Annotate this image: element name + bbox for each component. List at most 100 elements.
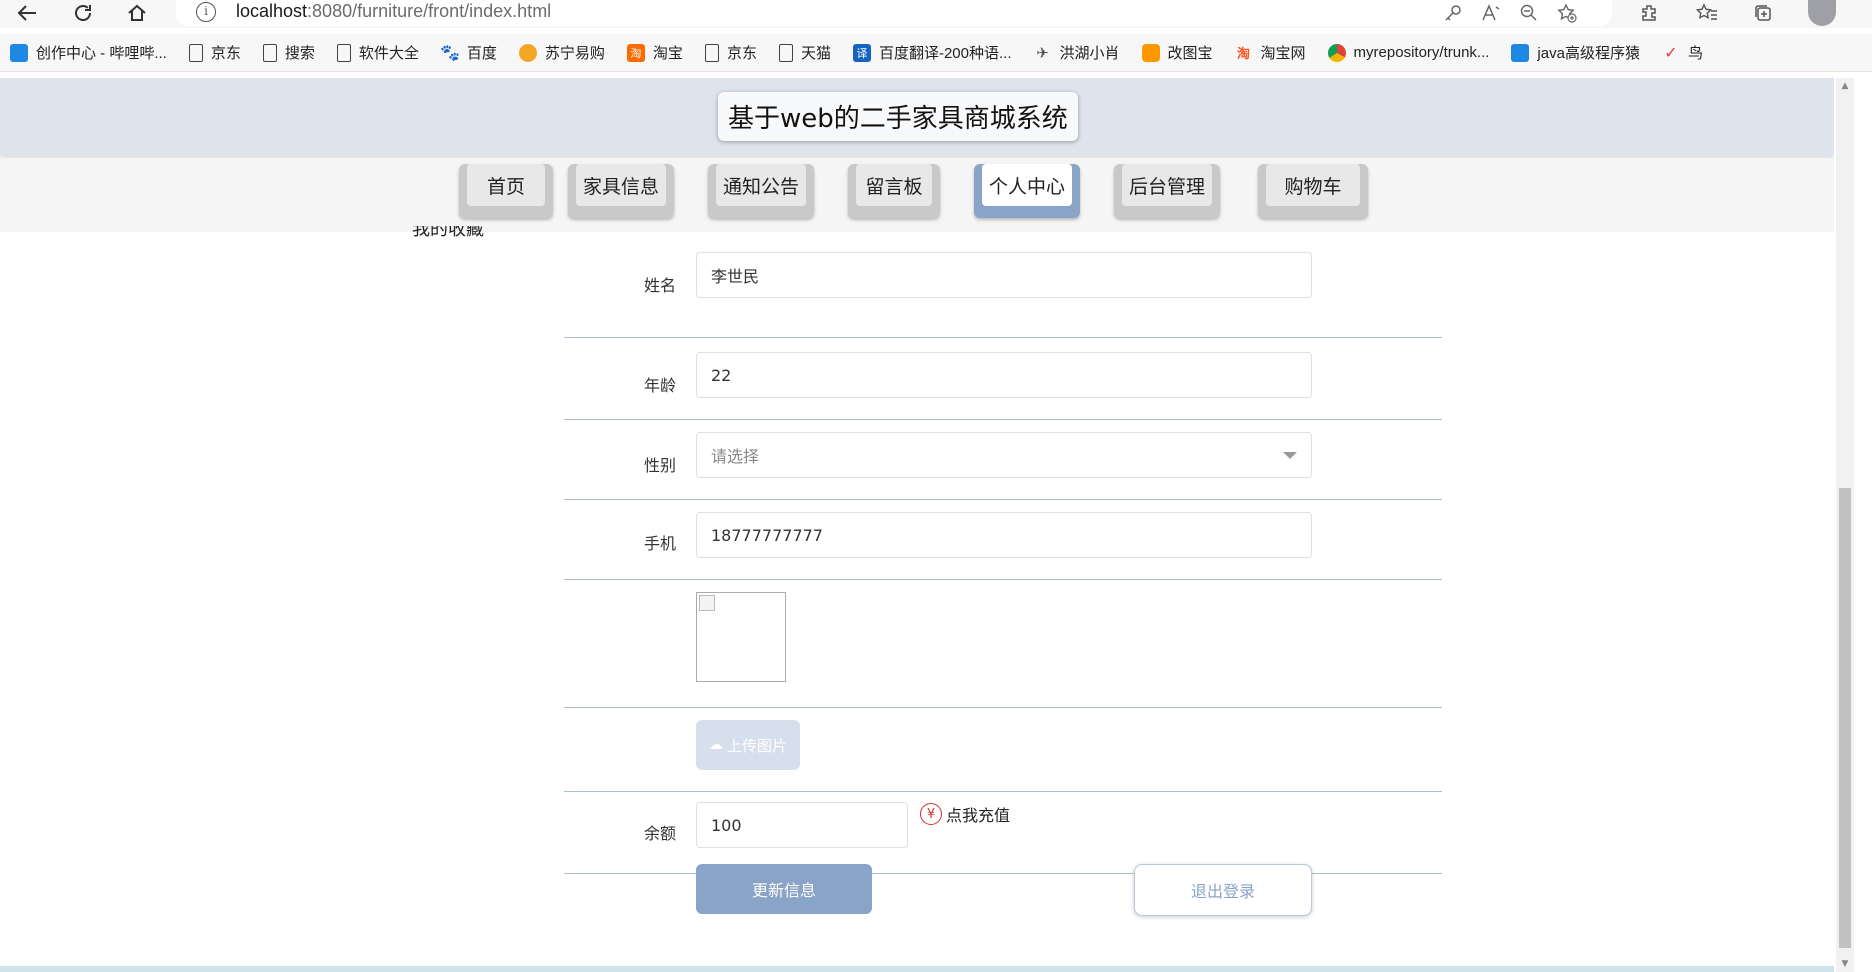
browser-toolbar: i localhost:8080/furniture/front/index.h… — [0, 0, 1872, 28]
logout-button[interactable]: 退出登录 — [1134, 864, 1312, 916]
bookmark-item[interactable]: 苏宁易购 — [518, 42, 605, 63]
phone-input[interactable]: 18777777777 — [696, 512, 1312, 558]
balance-input[interactable]: 100 — [696, 802, 908, 848]
bookmark-item[interactable]: 淘淘宝 — [626, 42, 683, 63]
scroll-down-icon[interactable]: ▼ — [1840, 959, 1850, 969]
bottom-strip — [0, 966, 1834, 972]
bookmark-item[interactable]: 创作中心 - 哔哩哔... — [10, 42, 167, 63]
favorite-add-icon[interactable] — [1552, 0, 1582, 26]
tv-icon — [10, 43, 28, 62]
collections-icon[interactable] — [1748, 0, 1778, 26]
bookmark-label: 淘宝网 — [1260, 45, 1306, 62]
name-label: 姓名 — [643, 276, 676, 295]
nav-tab[interactable]: 购物车 — [1258, 164, 1368, 218]
age-row: 年龄 22 — [564, 338, 1442, 420]
phone-label: 手机 — [643, 534, 676, 553]
bookmark-item[interactable]: 淘淘宝网 — [1235, 42, 1306, 63]
site-header: 基于web的二手家具商城系统 — [0, 78, 1834, 156]
bookmark-item[interactable]: 译百度翻译-200种语... — [852, 42, 1012, 63]
nav-tab[interactable]: 后台管理 — [1114, 164, 1220, 218]
nav-tab-label: 家具信息 — [576, 164, 666, 206]
update-info-button[interactable]: 更新信息 — [696, 864, 872, 914]
name-row: 姓名 李世民 — [564, 238, 1442, 338]
zoom-out-icon[interactable] — [1514, 0, 1544, 26]
bookmark-item[interactable]: java高级程序猿 — [1511, 42, 1640, 63]
bookmark-label: 百度 — [466, 45, 497, 62]
nav-tab-label: 首页 — [467, 164, 545, 206]
upload-image-button[interactable]: ☁ 上传图片 — [696, 720, 800, 770]
bookmark-item[interactable]: 🐾 百度 — [439, 42, 497, 63]
gender-label: 性别 — [643, 456, 676, 475]
phone-value: 18777777777 — [711, 525, 823, 545]
taobao-icon: 淘 — [626, 43, 645, 62]
home-icon[interactable] — [122, 0, 152, 26]
bookmark-item[interactable]: ✓ 鸟 — [1662, 42, 1703, 63]
chevron-down-icon — [1283, 452, 1297, 459]
translate-icon: 译 — [852, 43, 871, 62]
bookmark-item[interactable]: ✈ 洪湖小肖 — [1034, 42, 1120, 63]
bookmark-label: java高级程序猿 — [1537, 45, 1640, 62]
main-nav: 首页 家具信息 通知公告 留言板 个人中心 后台管理 购物车 — [0, 158, 1834, 232]
page-icon — [704, 43, 719, 62]
taobao-icon: 淘 — [1237, 46, 1251, 61]
nav-tab[interactable]: 留言板 — [848, 164, 940, 218]
bookmark-label: 京东 — [210, 45, 241, 62]
scroll-thumb[interactable] — [1839, 488, 1851, 948]
nav-tab[interactable]: 家具信息 — [568, 164, 674, 218]
refresh-icon[interactable] — [68, 0, 98, 26]
name-value: 李世民 — [711, 267, 760, 286]
lion-icon — [518, 43, 537, 62]
recharge-link[interactable]: ¥ 点我充值 — [920, 802, 1010, 826]
nav-tab-label: 留言板 — [856, 164, 932, 206]
nav-tab-label: 购物车 — [1266, 164, 1360, 206]
balance-label: 余额 — [643, 824, 676, 843]
gender-select[interactable]: 请选择 — [696, 432, 1312, 478]
key-icon[interactable] — [1438, 0, 1468, 26]
back-icon[interactable] — [12, 0, 42, 26]
bookmark-label: 改图宝 — [1167, 45, 1213, 62]
url-text: localhost:8080/furniture/front/index.htm… — [236, 1, 552, 21]
name-input[interactable]: 李世民 — [696, 252, 1312, 298]
bookmark-label: 京东 — [726, 45, 757, 62]
extensions-icon[interactable] — [1634, 0, 1664, 26]
favorites-icon[interactable] — [1692, 0, 1722, 26]
bookmark-label: 苏宁易购 — [544, 45, 605, 62]
tv-icon — [1511, 43, 1530, 62]
bookmark-item[interactable]: 改图宝 — [1141, 42, 1213, 63]
bookmark-label: 软件大全 — [358, 45, 419, 62]
profile-avatar[interactable] — [1808, 0, 1836, 26]
nav-tab[interactable]: 个人中心 — [974, 164, 1080, 218]
nav-tab-label: 个人中心 — [982, 164, 1072, 206]
bookmark-label: 搜索 — [284, 45, 315, 62]
nav-tab[interactable]: 通知公告 — [708, 164, 814, 218]
read-aloud-icon[interactable] — [1476, 0, 1506, 26]
page-scrollbar[interactable]: ▲ ▼ — [1836, 78, 1854, 972]
scroll-up-icon[interactable]: ▲ — [1840, 81, 1850, 91]
bookmark-label: 洪湖小肖 — [1059, 45, 1120, 62]
page-icon — [778, 43, 793, 62]
paw-icon: 🐾 — [439, 44, 460, 62]
sidebar-favorites-label[interactable]: 我的收藏 — [412, 226, 484, 238]
bird-icon: ✈ — [1036, 44, 1049, 62]
sidebar-edge — [1856, 78, 1872, 972]
gender-placeholder: 请选择 — [711, 447, 760, 466]
age-input[interactable]: 22 — [696, 352, 1312, 398]
site-info-icon[interactable]: i — [196, 2, 216, 22]
bookmark-item[interactable]: 软件大全 — [336, 42, 419, 63]
bookmark-item[interactable]: 京东 — [188, 42, 241, 63]
bookmark-label: 创作中心 - 哔哩哔... — [36, 45, 167, 62]
avatar-image — [696, 592, 786, 682]
bookmark-label: myrepository/trunk... — [1353, 44, 1490, 61]
bookmark-item[interactable]: 天猫 — [778, 42, 831, 63]
recharge-label: 点我充值 — [946, 806, 1011, 825]
address-bar[interactable]: i localhost:8080/furniture/front/index.h… — [176, 0, 1612, 26]
chrome-icon — [1327, 43, 1346, 62]
nav-tab-label: 通知公告 — [716, 164, 806, 206]
bookmark-item[interactable]: 京东 — [704, 42, 757, 63]
nav-tab[interactable]: 首页 — [459, 164, 553, 218]
age-label: 年龄 — [643, 376, 676, 395]
bookmark-item[interactable]: myrepository/trunk... — [1327, 43, 1490, 62]
gaitubao-icon — [1141, 43, 1160, 62]
bookmark-item[interactable]: 搜索 — [262, 42, 315, 63]
cloud-upload-icon: ☁ — [708, 737, 723, 753]
